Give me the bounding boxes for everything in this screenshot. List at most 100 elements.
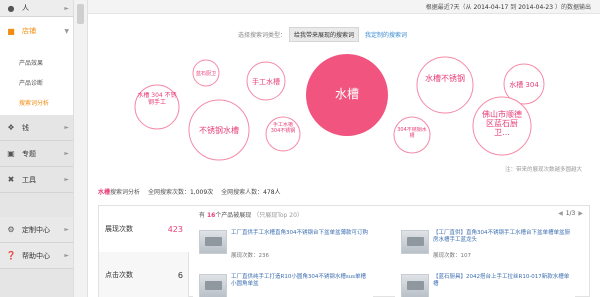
bubble-label: 蓝石厨卫 — [196, 70, 216, 77]
sidebar-item-shop[interactable]: ■ 店铺 ▼ — [0, 17, 73, 45]
total-people-value: 478人 — [263, 189, 281, 196]
sidebar-subitem-search-analysis[interactable]: 搜索词分析 — [0, 92, 73, 112]
bubble-sink-304-handmade[interactable]: 水槽 304 不锈钢手工 — [134, 84, 180, 130]
pager: ◀ 1/3 ▶ — [558, 210, 583, 217]
total-search-value: 1,009次 — [189, 189, 214, 196]
date-mid: 到 — [510, 4, 517, 11]
bubble-stainless-sink[interactable]: 不锈钢水槽 — [188, 99, 250, 161]
topic-icon: ▣ — [7, 149, 15, 158]
scrollbar-thumb[interactable] — [77, 4, 84, 24]
metric-tabs: 展现次数 423 点击次数 6 — [99, 206, 189, 297]
total-search-label: 全网搜索次数： — [147, 189, 190, 196]
sidebar-item-label: 人 — [22, 4, 29, 12]
sidebar-item-label: 帮助中心 — [22, 251, 50, 260]
product-views: 展现次数：107 — [433, 253, 471, 259]
chevron-right-icon: ► — [64, 226, 69, 233]
metric-label: 展现次数 — [105, 225, 133, 233]
metric-tab-clicks[interactable]: 点击次数 6 — [99, 252, 189, 297]
date-range-note: 根据最近7天（从 2014-04-17 到 2014-04-23 ）的数据输出 — [426, 2, 591, 11]
sidebar-item-money[interactable]: ❖ 钱 ► — [0, 115, 73, 141]
keyword-bubble-chart: 水槽 手工水槽 蓝石厨卫 水槽 304 不锈钢手工 不锈钢水槽 手工水槽 304… — [134, 54, 545, 161]
sidebar-subitem-product-effect[interactable]: 产品效果 — [0, 52, 73, 72]
bubble-handmade-304[interactable]: 手工水槽 304不锈钢 — [265, 116, 301, 152]
help-icon: ❓ — [6, 251, 16, 260]
bubble-handmade-sink[interactable]: 手工水槽 — [246, 61, 286, 101]
money-icon: ❖ — [7, 123, 15, 132]
metric-value: 423 — [167, 224, 183, 234]
sidebar-item-label: 定制中心 — [22, 225, 50, 234]
bubble-label: 水槽 — [335, 87, 359, 101]
sidebar-subitem-label: 产品效果 — [19, 59, 44, 67]
chevron-right-icon: ► — [64, 252, 69, 259]
bubble-label: 304不锈钢水槽 — [397, 127, 427, 139]
sidebar-item-top[interactable]: ● 人 ► — [0, 0, 73, 17]
header-bar: 根据最近7天（从 2014-04-17 到 2014-04-23 ）的数据输出 — [88, 0, 600, 14]
sidebar-item-label: 店铺 — [22, 27, 36, 35]
bubble-304-stainless[interactable]: 304不锈钢水槽 — [393, 116, 431, 154]
sidebar-subitem-label: 产品诊断 — [19, 79, 44, 87]
next-page-icon[interactable]: ▶ — [578, 210, 583, 217]
total-people-label: 全网搜索人数： — [221, 189, 264, 196]
product-count-prefix: 有 — [199, 212, 206, 219]
analysis-panel: 展现次数 423 点击次数 6 有 16个产品被展现 （只展现Top 20） ◀… — [98, 205, 590, 297]
sidebar-subitem-label: 搜索词分析 — [19, 99, 50, 107]
sidebar-subitem-product-diagnosis[interactable]: 产品诊断 — [0, 72, 73, 92]
product-hint: （只展现Top 20） — [253, 212, 303, 219]
sidebar-scrollbar[interactable] — [73, 0, 87, 297]
chevron-right-icon: ► — [64, 176, 69, 183]
bubble-label: 水槽 304 不锈钢手工 — [137, 92, 177, 106]
gear-icon: ⚙ — [7, 225, 15, 234]
chevron-right-icon: ► — [64, 4, 69, 12]
product-thumbnail[interactable] — [401, 274, 429, 297]
product-card[interactable]: 工厂直供纯手工打造R10小圆角304不锈钢水槽sus单槽小圆角单盆 — [193, 274, 373, 297]
date-from: 2014-04-17 — [473, 4, 509, 11]
chevron-right-icon: ► — [64, 124, 69, 131]
sidebar-item-label: 工具 — [22, 175, 36, 184]
date-prefix: 根据最近7天（从 — [425, 4, 472, 11]
bubble-label: 水槽不锈钢 — [425, 74, 465, 83]
sidebar-item-custom[interactable]: ⚙ 定制中心 ► — [0, 217, 73, 243]
bubble-foshan[interactable]: 佛山市顺德区蓝石厨卫... — [472, 96, 532, 156]
user-icon: ● — [7, 3, 15, 13]
product-thumbnail[interactable] — [401, 230, 429, 254]
sidebar-item-topic[interactable]: ▣ 专题 ► — [0, 141, 73, 167]
product-title[interactable]: 【工厂直供】直角304不锈钢手工水槽台下盆单槽单盆厨房水槽手工蓝龙头 — [433, 230, 573, 244]
page-indicator: 1/3 — [565, 210, 576, 217]
product-thumbnail[interactable] — [199, 274, 227, 297]
product-list-header: 有 16个产品被展现 （只展现Top 20） — [199, 210, 303, 219]
bubble-label: 佛山市顺德区蓝石厨卫... — [482, 110, 522, 137]
sidebar-item-label: 专题 — [22, 149, 36, 158]
sidebar-item-label: 钱 — [22, 123, 29, 132]
product-card[interactable]: 【蓝石厨具】2042搭台上手工拉丝R10-017新款水槽单槽 — [395, 274, 575, 297]
product-count-suffix: 个产品被展现 — [215, 212, 252, 219]
bubble-label: 不锈钢水槽 — [199, 125, 239, 135]
metric-tab-impressions[interactable]: 展现次数 423 — [99, 206, 189, 252]
bubble-note: 注：带来的展现次数越多圆越大 — [504, 167, 582, 173]
product-thumbnail[interactable] — [199, 230, 227, 254]
product-title[interactable]: 工厂直供手工水槽直角304不锈钢台下盆单盆薄款可订购 — [231, 230, 371, 237]
bubble-lanshi[interactable]: 蓝石厨卫 — [192, 59, 220, 87]
main-content: 根据最近7天（从 2014-04-17 到 2014-04-23 ）的数据输出 … — [87, 0, 600, 297]
metric-label: 点击次数 — [105, 271, 133, 279]
prev-page-icon[interactable]: ◀ — [558, 210, 563, 217]
date-to: 2014-04-23 — [518, 4, 554, 11]
keyword-name: 水槽 — [98, 189, 111, 196]
date-suffix: ）的数据输出 — [554, 4, 591, 11]
tool-icon: ✖ — [7, 175, 15, 184]
bubble-main[interactable]: 水槽 — [306, 54, 388, 136]
product-views: 展现次数：236 — [231, 253, 269, 259]
metric-value: 6 — [177, 270, 183, 280]
keyword-title-suffix: 搜索词分析 — [110, 189, 141, 196]
product-card[interactable]: 【工厂直供】直角304不锈钢手工水槽台下盆单槽单盆厨房水槽手工蓝龙头 展现次数：… — [395, 230, 575, 266]
product-title[interactable]: 【蓝石厨具】2042搭台上手工拉丝R10-017新款水槽单槽 — [433, 274, 573, 288]
bubble-label: 手工水槽 — [252, 77, 280, 86]
bubble-label: 手工水槽 304不锈钢 — [270, 122, 296, 134]
product-title[interactable]: 工厂直供纯手工打造R10小圆角304不锈钢水槽sus单槽小圆角单盆 — [231, 274, 371, 288]
product-card[interactable]: 工厂直供手工水槽直角304不锈钢台下盆单盆薄款可订购 展现次数：236 — [193, 230, 373, 266]
keyword-stats: 水槽搜索词分析 全网搜索次数：1,009次 全网搜索人数：478人 — [98, 187, 281, 196]
sidebar-item-tool[interactable]: ✖ 工具 ► — [0, 167, 73, 193]
bubble-sink-stainless[interactable]: 水槽不锈钢 — [416, 56, 474, 114]
chevron-down-icon: ▼ — [64, 27, 69, 35]
sidebar-item-help[interactable]: ❓ 帮助中心 ► — [0, 243, 73, 269]
shop-icon: ■ — [7, 26, 15, 36]
